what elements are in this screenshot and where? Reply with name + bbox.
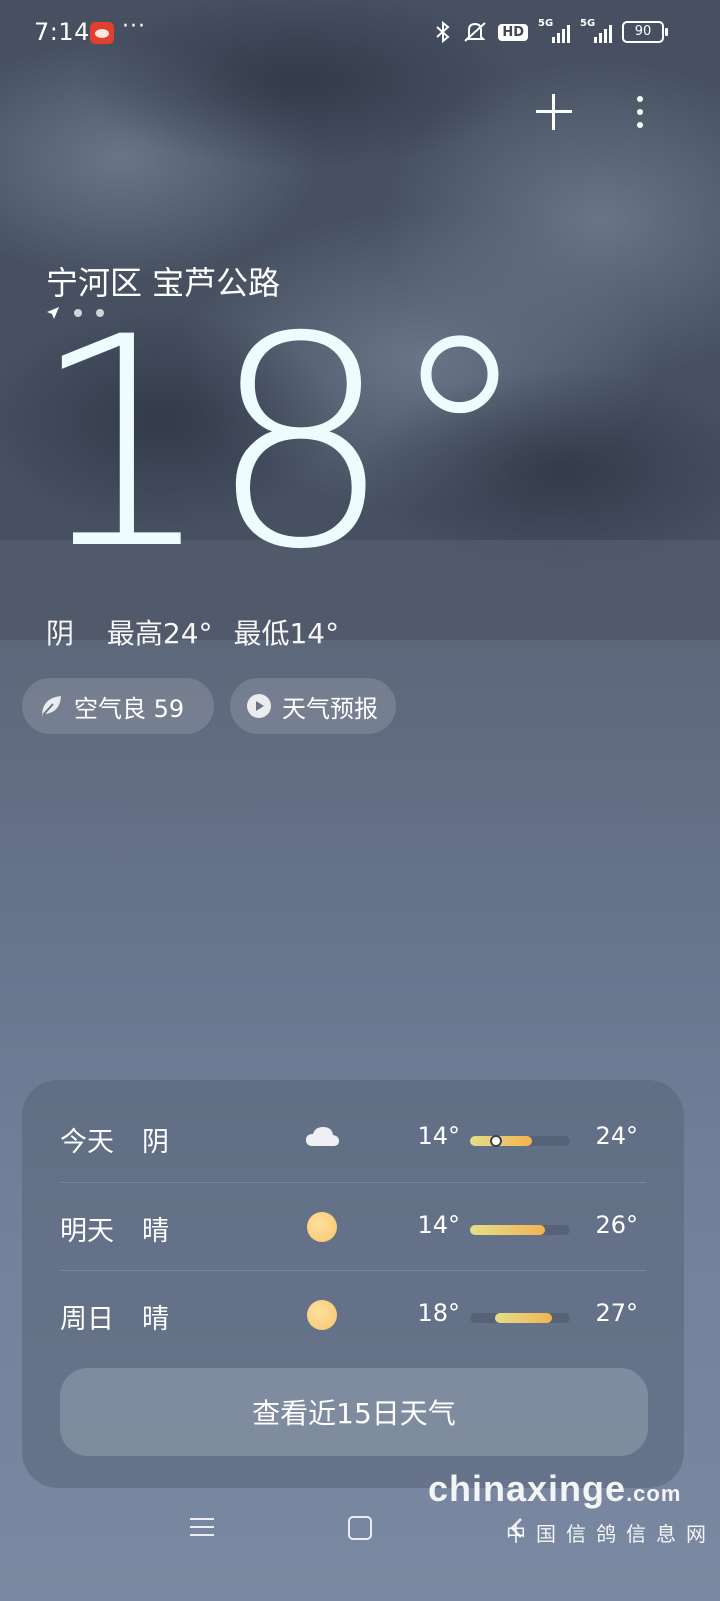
weather-forecast-chip[interactable]: 天气预报	[230, 678, 396, 734]
navigation-bar	[0, 1500, 720, 1601]
hd-icon: HD	[498, 23, 528, 41]
high-temp: 26°	[595, 1211, 638, 1239]
forecast-row[interactable]: 今天 阴 14° 24°	[60, 1094, 646, 1182]
air-quality-label: 空气良 59	[74, 694, 185, 723]
view-15-day-button[interactable]: 查看近15日天气	[60, 1368, 648, 1456]
low-temp: 18°	[417, 1299, 460, 1327]
day-condition: 阴	[142, 1127, 169, 1158]
mute-bell-icon	[464, 22, 486, 42]
battery-icon: 90	[622, 21, 668, 43]
home-icon[interactable]	[348, 1516, 372, 1540]
forecast-panel: 今天 阴 14° 24° 明天 晴 14° 26° 周日 晴 18° 27° 查…	[22, 1080, 684, 1488]
signal-icon-1: 5G	[538, 18, 570, 43]
recent-apps-icon[interactable]	[190, 1516, 214, 1538]
day-name: 周日	[60, 1304, 114, 1335]
temp-range-bar	[470, 1313, 570, 1323]
status-time: 7:14	[34, 18, 90, 46]
current-temp-marker	[490, 1135, 502, 1147]
leaf-icon	[42, 696, 61, 716]
bluetooth-icon	[436, 20, 450, 44]
forecast-row[interactable]: 周日 晴 18° 27°	[60, 1270, 646, 1359]
status-bar: 7:14 ··· HD 5G 5G 90	[0, 0, 720, 66]
current-condition: 阴	[46, 617, 75, 650]
cloud-icon	[306, 1127, 339, 1146]
day-condition: 晴	[142, 1216, 169, 1247]
day-name: 今天	[60, 1127, 114, 1158]
sun-icon	[307, 1300, 337, 1330]
signal-icon-2: 5G	[580, 18, 612, 43]
add-city-button[interactable]	[534, 92, 574, 132]
weather-forecast-label: 天气预报	[282, 694, 378, 723]
back-icon[interactable]	[506, 1516, 530, 1540]
day-condition: 晴	[142, 1304, 169, 1335]
air-quality-chip[interactable]: 空气良 59	[22, 678, 214, 734]
temp-range-fill	[470, 1225, 545, 1235]
day-name: 明天	[60, 1216, 114, 1247]
temp-range-fill	[495, 1313, 552, 1323]
play-icon	[247, 694, 271, 718]
condition-summary: 阴 最高24° 最低14°	[46, 612, 339, 652]
more-notifications-icon: ···	[122, 14, 146, 39]
low-temp: 14°	[417, 1122, 460, 1150]
network-label: 5G	[538, 18, 554, 29]
current-temperature: 18°	[30, 276, 532, 613]
sun-icon	[307, 1212, 337, 1242]
today-low: 最低14°	[233, 617, 340, 650]
network-label: 5G	[580, 18, 596, 29]
more-menu-button[interactable]	[628, 92, 652, 132]
high-temp: 27°	[595, 1299, 638, 1327]
today-high: 最高24°	[106, 617, 213, 650]
app-notification-icon	[90, 22, 114, 44]
status-icons: HD 5G 5G 90	[434, 18, 668, 44]
low-temp: 14°	[417, 1211, 460, 1239]
high-temp: 24°	[595, 1122, 638, 1150]
temp-range-bar	[470, 1135, 570, 1147]
forecast-row[interactable]: 明天 晴 14° 26°	[60, 1182, 646, 1271]
temp-range-bar	[470, 1225, 570, 1235]
